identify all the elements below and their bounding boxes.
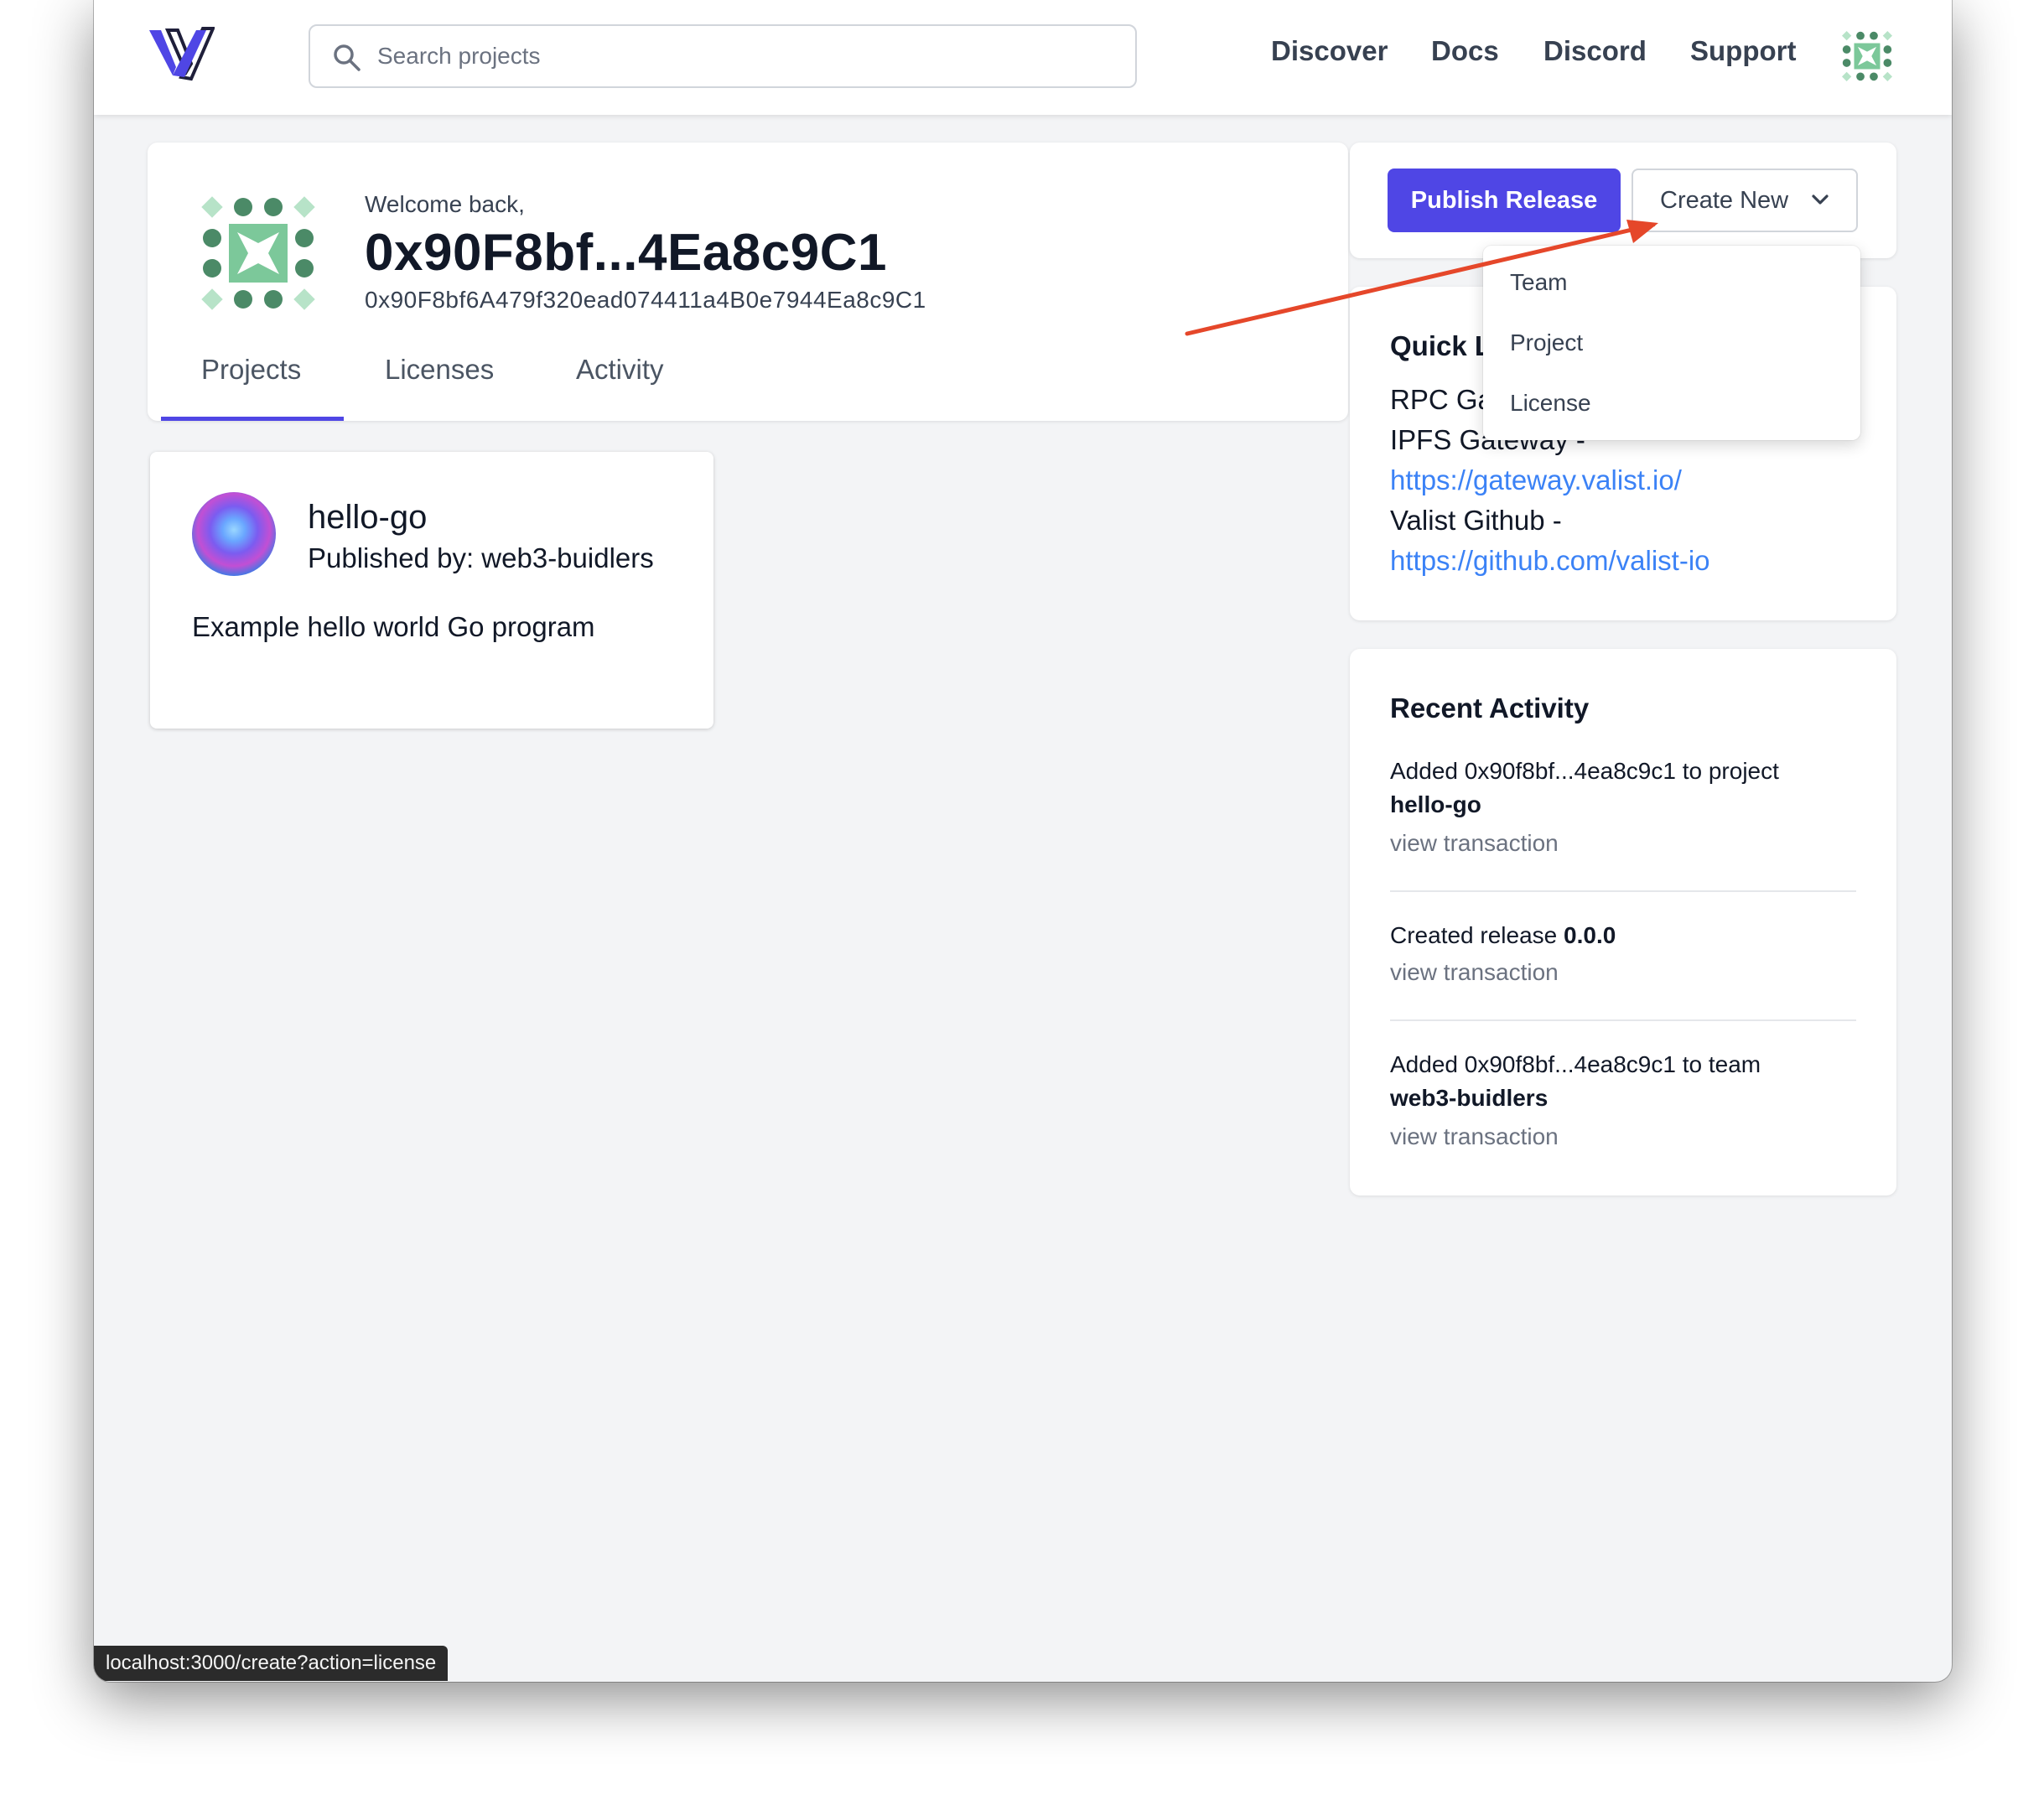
create-new-button[interactable]: Create New (1632, 169, 1858, 232)
search-bar[interactable] (309, 24, 1137, 88)
active-tab-indicator (161, 417, 344, 421)
activity-item-text: Added 0x90f8bf...4ea8c9c1 to team web3-b… (1390, 1048, 1860, 1115)
view-transaction-link[interactable]: view transaction (1390, 830, 1559, 857)
tab-projects[interactable]: Projects (201, 354, 301, 386)
browser-window: Discover Docs Discord Support (94, 0, 1952, 1682)
project-image (192, 492, 276, 576)
view-transaction-link[interactable]: view transaction (1390, 959, 1559, 986)
activity-item-text: Added 0x90f8bf...4ea8c9c1 to project hel… (1390, 755, 1860, 822)
rpc-gateway-label: RPC Ga (1390, 384, 1493, 415)
publish-release-button[interactable]: Publish Release (1388, 169, 1621, 232)
status-bar-url: localhost:3000/create?action=license (94, 1646, 449, 1681)
actions-card: Publish Release Create New (1350, 143, 1896, 258)
create-new-menu: Team Project License (1483, 246, 1860, 440)
search-icon (334, 44, 361, 71)
project-publisher: Published by: web3-buidlers (308, 542, 654, 573)
search-input[interactable] (377, 26, 1115, 86)
activity-item-text: Created release 0.0.0 (1390, 919, 1860, 952)
valist-github-label: Valist Github - (1390, 505, 1562, 536)
activity-text: Added 0x90f8bf...4ea8c9c1 to team (1390, 1051, 1761, 1077)
nav-discord[interactable]: Discord (1543, 35, 1647, 67)
divider (1390, 890, 1856, 892)
tab-activity[interactable]: Activity (576, 354, 664, 386)
create-new-label: Create New (1660, 186, 1789, 214)
address-short: 0x90F8bf...4Ea8c9C1 (365, 224, 887, 282)
activity-target: web3-buidlers (1390, 1085, 1549, 1111)
valist-logo-icon[interactable] (148, 25, 215, 84)
profile-card: Welcome back, 0x90F8bf...4Ea8c9C1 0x90F8… (148, 143, 1348, 421)
valist-github-link[interactable]: https://github.com/valist-io (1390, 545, 1710, 577)
address-full: 0x90F8bf6A479f320ead074411a4B0e7944Ea8c9… (365, 287, 926, 313)
activity-text: Added 0x90f8bf...4ea8c9c1 to project (1390, 758, 1779, 784)
nav-docs[interactable]: Docs (1431, 35, 1499, 67)
ipfs-gateway-link[interactable]: https://gateway.valist.io/ (1390, 464, 1682, 496)
activity-target: 0.0.0 (1564, 922, 1616, 948)
activity-target: hello-go (1390, 791, 1481, 817)
menu-item-project[interactable]: Project (1510, 329, 1583, 356)
chevron-down-icon (1812, 195, 1829, 205)
welcome-text: Welcome back, (365, 191, 525, 217)
recent-activity-title: Recent Activity (1390, 692, 1590, 724)
quick-links-title: Quick L (1390, 330, 1492, 361)
divider (1390, 1019, 1856, 1021)
view-transaction-link[interactable]: view transaction (1390, 1123, 1559, 1150)
nav-discover[interactable]: Discover (1271, 35, 1388, 67)
user-avatar-identicon[interactable] (1841, 30, 1893, 82)
activity-text: Created release (1390, 922, 1558, 948)
menu-item-license[interactable]: License (1510, 390, 1591, 417)
top-navbar: Discover Docs Discord Support (94, 0, 1952, 115)
profile-identicon (201, 196, 315, 310)
project-card[interactable]: hello-go Published by: web3-buidlers Exa… (150, 452, 713, 729)
recent-activity-card: Recent Activity Added 0x90f8bf...4ea8c9c… (1350, 649, 1896, 1196)
menu-item-team[interactable]: Team (1510, 269, 1567, 296)
nav-support[interactable]: Support (1690, 35, 1796, 67)
project-name[interactable]: hello-go (308, 499, 427, 537)
project-description: Example hello world Go program (192, 611, 595, 642)
tab-licenses[interactable]: Licenses (385, 354, 494, 386)
